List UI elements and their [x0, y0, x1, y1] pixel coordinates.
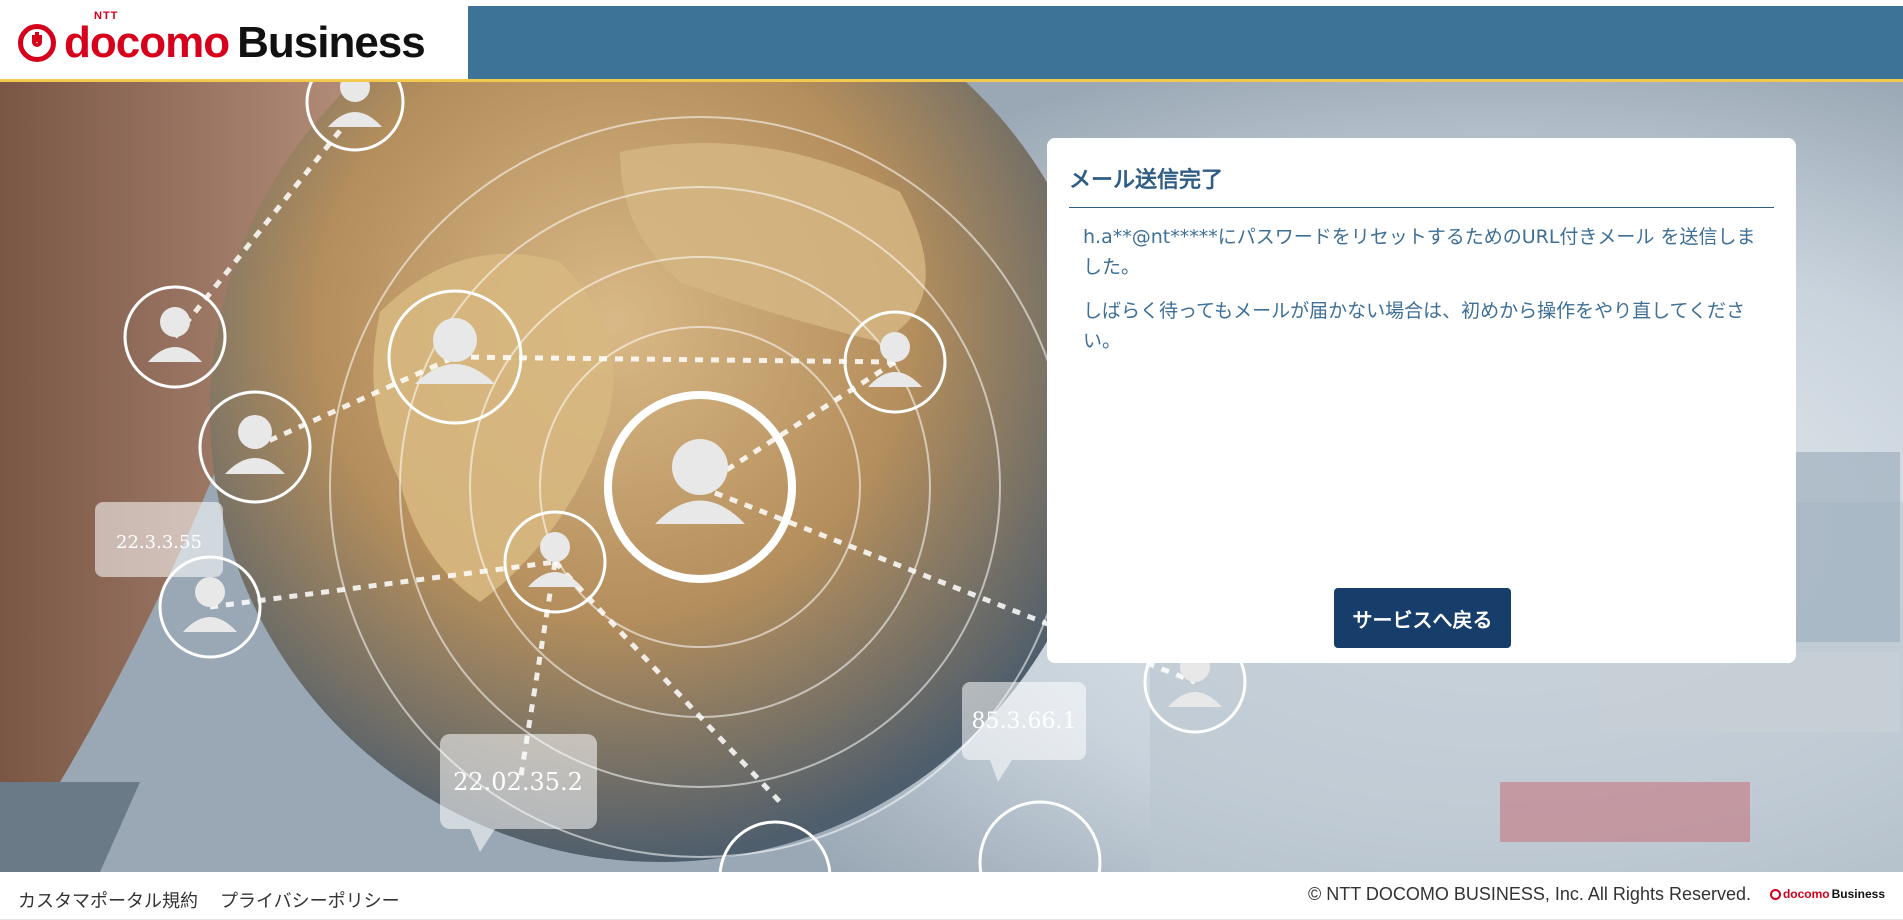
retry-message: しばらく待ってもメールが届かない場合は、初めから操作をやり直してください。	[1083, 300, 1745, 352]
ip-label: 22.02.35.2	[453, 768, 583, 796]
card-title: メール送信完了	[1069, 162, 1774, 208]
logo-ntt: NTT	[94, 9, 119, 22]
footer-links: カスタマポータル規約 プライバシーポリシー	[18, 887, 400, 913]
docomo-mark-icon	[18, 23, 56, 62]
logo-text: NTT docomo Business	[64, 10, 426, 68]
page-header: NTT docomo Business	[0, 6, 1903, 82]
ip-bubble: 85.3.66.1	[962, 682, 1086, 782]
ip-bubble: 22.3.3.55	[95, 502, 223, 577]
privacy-policy-link[interactable]: プライバシーポリシー	[220, 887, 400, 913]
logo-docomo: docomo	[64, 17, 230, 67]
footer-logo-docomo: docomo	[1782, 887, 1830, 901]
brand-logo[interactable]: NTT docomo Business	[0, 6, 468, 79]
page-footer: カスタマポータル規約 プライバシーポリシー © NTT DOCOMO BUSIN…	[0, 872, 1903, 920]
terms-link[interactable]: カスタマポータル規約	[18, 887, 198, 913]
footer-logo-business: Business	[1831, 887, 1885, 901]
completion-card: メール送信完了 h.a**@nt*****にパスワードをリセットするためのURL…	[1047, 138, 1796, 663]
copyright-text: © NTT DOCOMO BUSINESS, Inc. All Rights R…	[1307, 884, 1751, 904]
docomo-mark-icon	[1769, 888, 1781, 900]
sent-message: h.a**@nt*****にパスワードをリセットするためのURL付きメール を送…	[1083, 226, 1756, 278]
return-to-service-button[interactable]: サービスへ戻る	[1334, 588, 1511, 648]
ip-label: 22.3.3.55	[116, 532, 202, 553]
footer-logo: docomo Business	[1769, 887, 1885, 901]
person-icon	[978, 800, 1102, 872]
logo-business: Business	[237, 17, 426, 67]
ip-label: 85.3.66.1	[972, 709, 1077, 734]
card-body: h.a**@nt*****にパスワードをリセットするためのURL付きメール を送…	[1069, 208, 1774, 356]
